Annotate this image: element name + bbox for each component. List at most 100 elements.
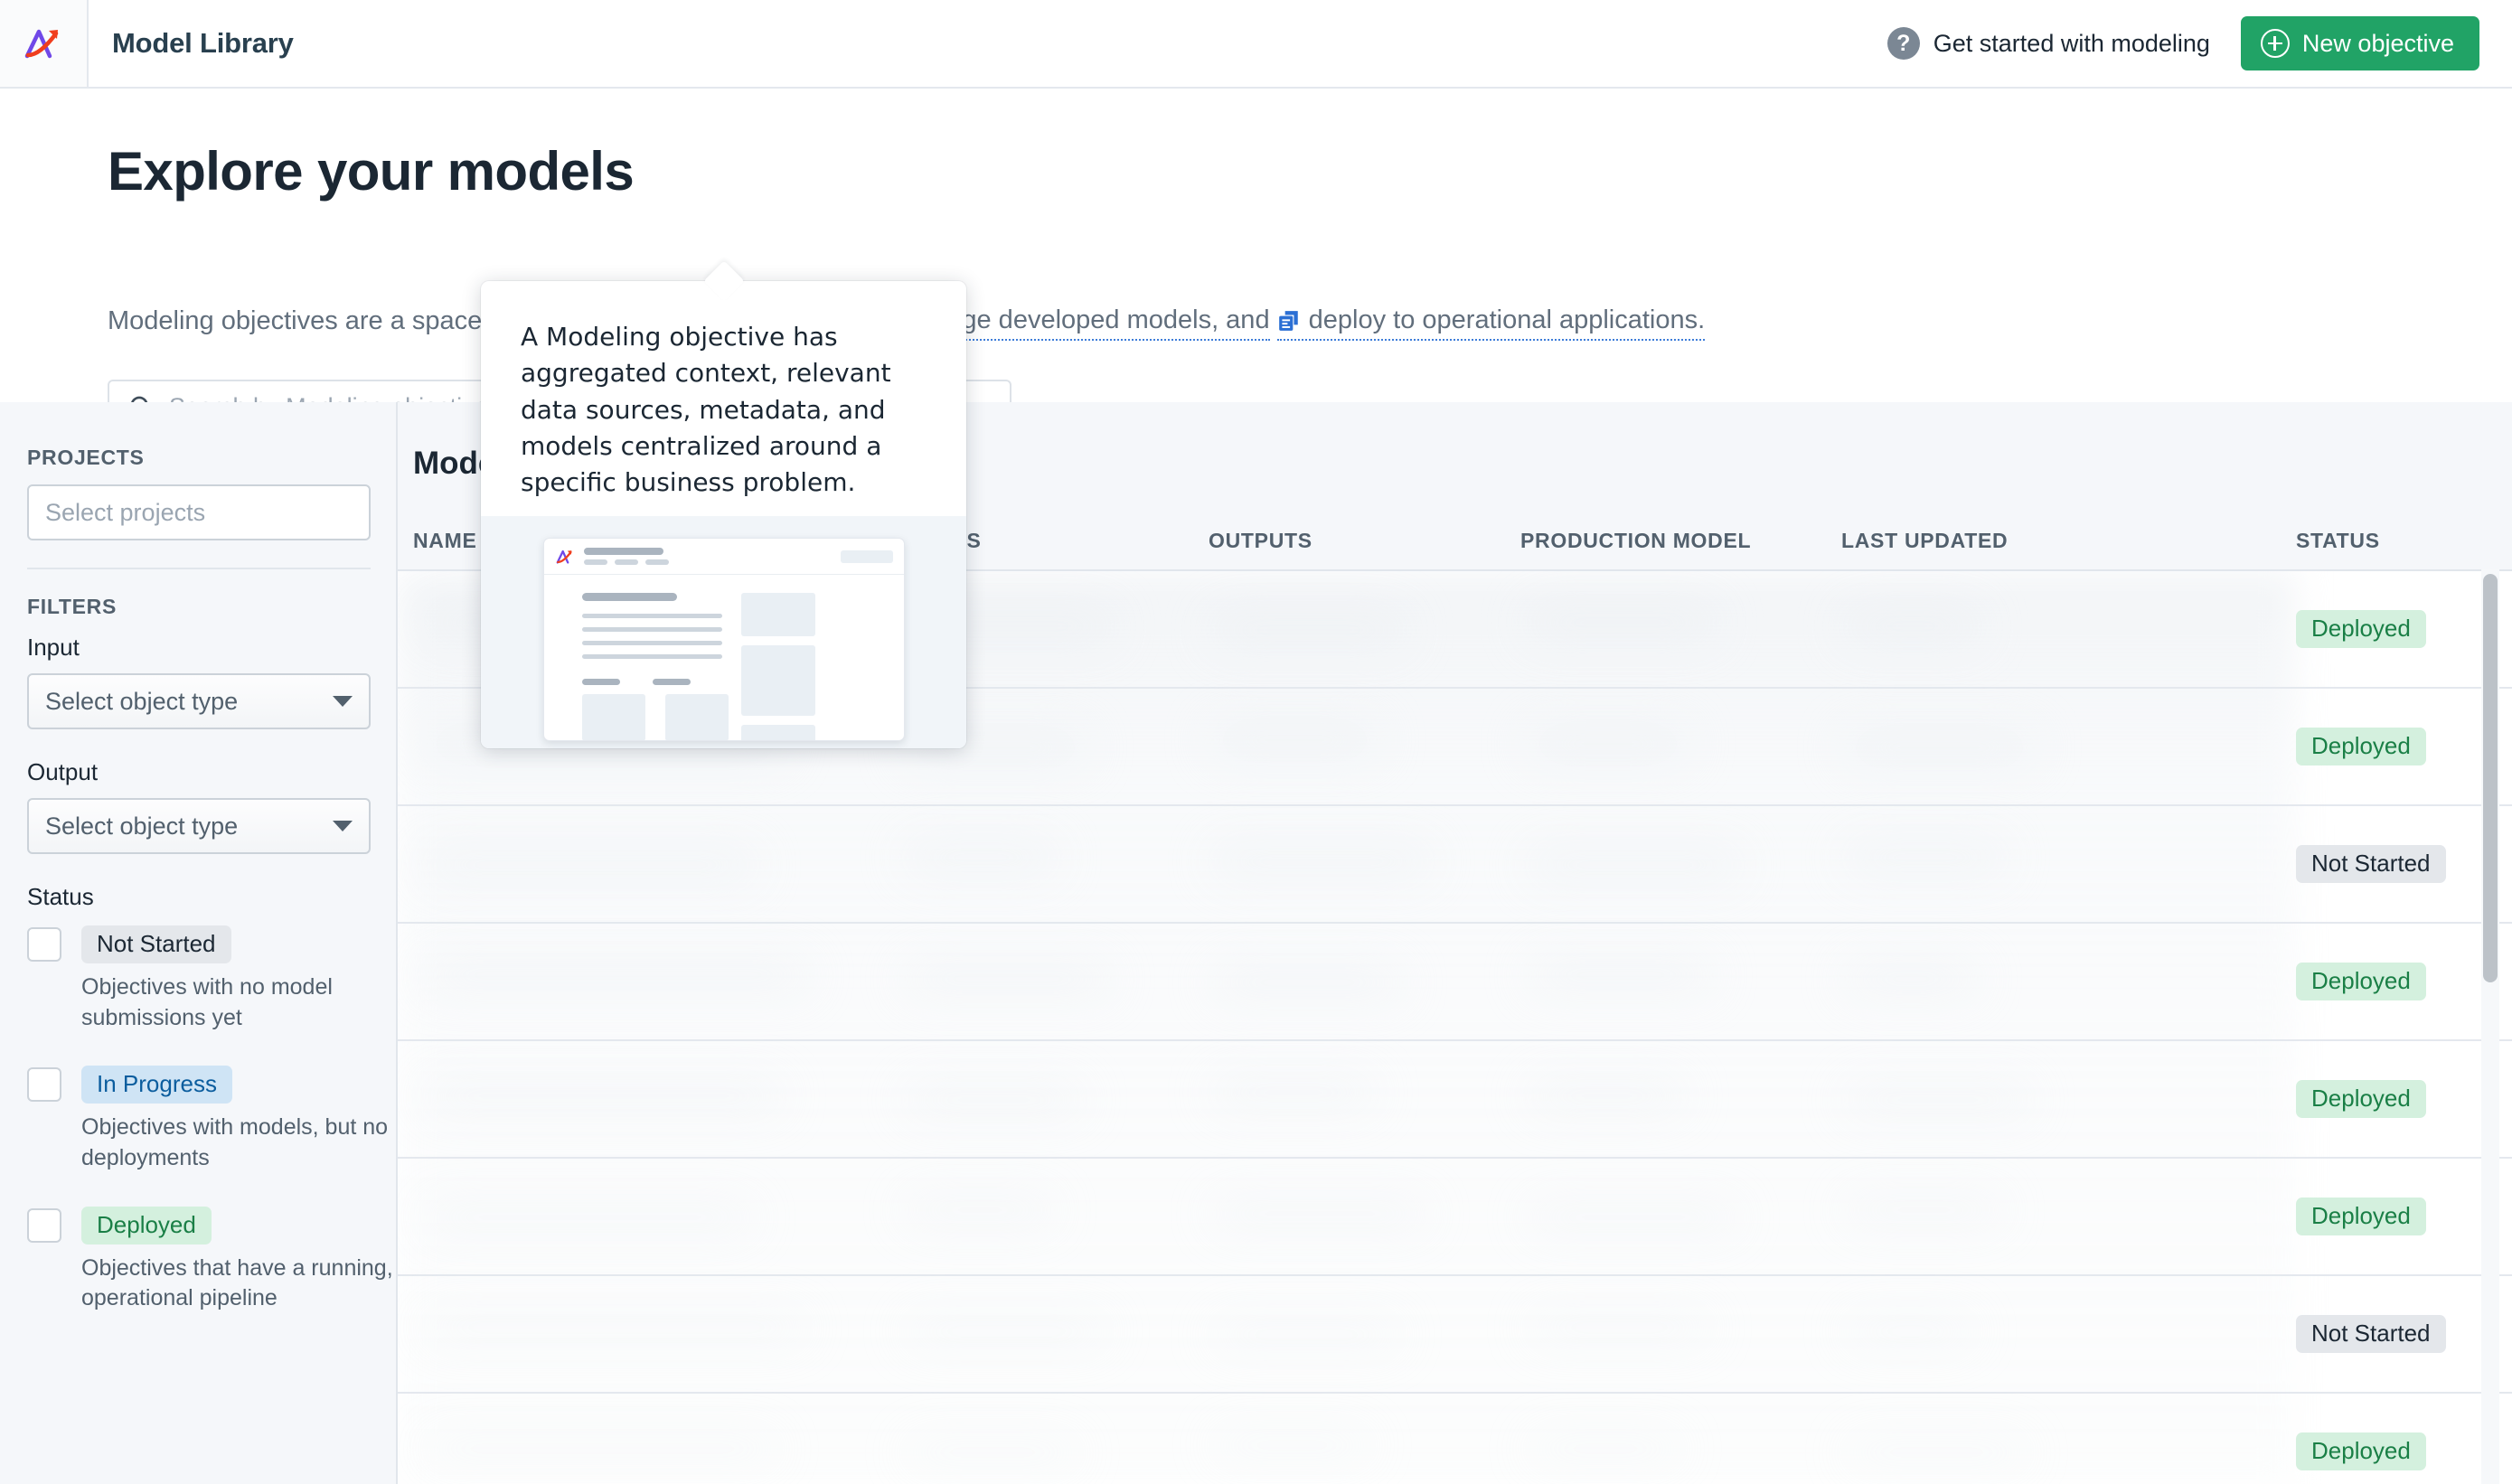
redacted-cell	[1844, 611, 1981, 642]
get-started-with-modeling-link[interactable]: ? Get started with modeling	[1886, 27, 2210, 60]
status-option-texts: Not Started Objectives with no model subm…	[81, 924, 398, 1057]
status-description: Objectives with no model submissions yet	[81, 973, 333, 1030]
column-header-name[interactable]: NAME	[413, 529, 477, 553]
row-status-cell: Deployed	[2296, 963, 2426, 1000]
row-status-cell: Deployed	[2296, 728, 2426, 765]
table-scrollbar-thumb[interactable]	[2483, 574, 2498, 982]
projects-placeholder: Select projects	[45, 498, 206, 526]
redacted-cell	[1844, 1316, 1976, 1347]
table-row[interactable]: Not Started	[398, 1276, 2512, 1394]
input-select-value: Select object type	[45, 687, 239, 715]
preview-mock-header	[543, 539, 904, 575]
plus-circle-icon	[2260, 29, 2290, 58]
redacted-cell	[1528, 850, 1742, 880]
redacted-cell	[1211, 1320, 1401, 1350]
output-filter-label: Output	[27, 758, 99, 785]
status-filter-group: Not Started Objectives with no model subm…	[27, 924, 393, 1338]
app-logo[interactable]	[0, 0, 89, 87]
status-filter-label: Status	[27, 883, 94, 910]
status-filter-option[interactable]: Not Started Objectives with no model subm…	[27, 924, 369, 1057]
filters-heading: FILTERS	[27, 595, 118, 618]
status-badge: In Progress	[81, 1066, 232, 1104]
redacted-cell	[1211, 1430, 1373, 1461]
status-filter-option[interactable]: Deployed Objectives that have a running, …	[27, 1205, 393, 1338]
model-library-logo-icon	[556, 549, 572, 564]
row-status-cell: Deployed	[2296, 610, 2426, 648]
output-select-value: Select object type	[45, 812, 239, 840]
column-header-last-updated[interactable]: LAST UPDATED	[1841, 529, 2008, 553]
status-checkbox[interactable]	[27, 1207, 61, 1243]
deploy-label: deploy to operational applications.	[1308, 305, 1706, 334]
output-object-type-select[interactable]: Select object type	[27, 798, 371, 854]
redacted-cell	[425, 960, 811, 991]
status-badge: Deployed	[2296, 610, 2426, 648]
redacted-cell	[1211, 725, 1378, 756]
redacted-cell	[904, 1316, 1109, 1347]
input-object-type-select[interactable]: Select object type	[27, 673, 371, 729]
row-status-cell: Deployed	[2296, 1198, 2426, 1235]
table-row[interactable]: Deployed	[398, 1394, 2512, 1484]
redacted-cell	[904, 963, 1112, 994]
deploy-copy-icon	[1277, 309, 1301, 333]
status-badge: Deployed	[2296, 1198, 2426, 1235]
status-checkbox[interactable]	[27, 927, 61, 962]
filter-sidebar: PROJECTS Select projects FILTERS Input S…	[0, 402, 398, 1484]
table-row[interactable]: Not Started	[398, 806, 2512, 924]
status-badge: Not Started	[2296, 845, 2446, 883]
row-status-cell: Deployed	[2296, 1432, 2426, 1470]
new-objective-label: New objective	[2301, 29, 2454, 57]
subtitle-lead: Modeling objectives are a space to	[108, 306, 512, 335]
redacted-cell	[1528, 960, 1714, 991]
preview-header-lines	[583, 548, 669, 565]
deploy-to-operational-applications-link[interactable]: deploy to operational applications.	[1276, 305, 1706, 341]
sidebar-divider	[27, 568, 371, 569]
redacted-cell	[425, 1312, 808, 1343]
table-row[interactable]: Deployed	[398, 1159, 2512, 1276]
redacted-cell	[904, 842, 1058, 873]
get-started-label: Get started with modeling	[1933, 29, 2210, 57]
top-bar-actions: ? Get started with modeling New objectiv…	[1886, 16, 2512, 70]
redacted-cell	[1528, 728, 1689, 759]
redacted-cell	[1844, 1085, 2032, 1115]
redacted-cell	[1528, 607, 1717, 638]
row-status-cell: Deployed	[2296, 1080, 2426, 1118]
status-option-texts: In Progress Objectives with models, but n…	[81, 1064, 398, 1197]
status-badge: Not Started	[81, 925, 231, 963]
column-header-outputs[interactable]: OUTPUTS	[1209, 529, 1312, 553]
status-checkbox[interactable]	[27, 1067, 61, 1103]
hero-section: Explore your models Modeling objectives …	[0, 89, 2512, 434]
row-status-cell: Not Started	[2296, 1315, 2446, 1353]
preview-mock-window	[542, 538, 905, 741]
redacted-cell	[1211, 1198, 1429, 1229]
preview-mock-body	[544, 575, 904, 740]
redacted-cell	[1844, 963, 1979, 994]
status-filter-option[interactable]: In Progress Objectives with models, but n…	[27, 1064, 388, 1197]
table-row[interactable]: Deployed	[398, 924, 2512, 1041]
column-header-production-model[interactable]: PRODUCTION MODEL	[1520, 529, 1751, 553]
tooltip-body-text: A Modeling objective has aggregated cont…	[521, 322, 891, 498]
projects-select[interactable]: Select projects	[27, 484, 371, 540]
status-badge: Deployed	[2296, 963, 2426, 1000]
input-filter-label: Input	[27, 634, 80, 661]
redacted-cell	[904, 1195, 1056, 1226]
app-title: Model Library	[112, 27, 294, 59]
redacted-cell	[1844, 1437, 2029, 1468]
status-description: Objectives with models, but no deploymen…	[81, 1114, 389, 1171]
row-status-cell: Not Started	[2296, 845, 2446, 883]
redacted-cell	[425, 1081, 783, 1112]
page-title: Explore your models	[108, 141, 635, 202]
redacted-cell	[425, 850, 757, 880]
status-badge: Deployed	[2296, 1080, 2426, 1118]
redacted-cell	[1528, 1081, 1686, 1112]
tooltip-preview-figure	[481, 516, 966, 748]
redacted-cell	[1211, 967, 1404, 998]
status-option-texts: Deployed Objectives that have a running, …	[81, 1205, 398, 1338]
status-description: Objectives that have a running, operatio…	[81, 1254, 393, 1311]
projects-heading: PROJECTS	[27, 446, 145, 469]
column-header-status[interactable]: STATUS	[2296, 529, 2380, 553]
table-row[interactable]: Deployed	[398, 1041, 2512, 1159]
new-objective-button[interactable]: New objective	[2240, 16, 2479, 70]
redacted-cell	[1528, 1312, 1711, 1343]
redacted-cell	[1844, 1195, 2004, 1226]
model-library-logo-icon	[24, 29, 59, 59]
